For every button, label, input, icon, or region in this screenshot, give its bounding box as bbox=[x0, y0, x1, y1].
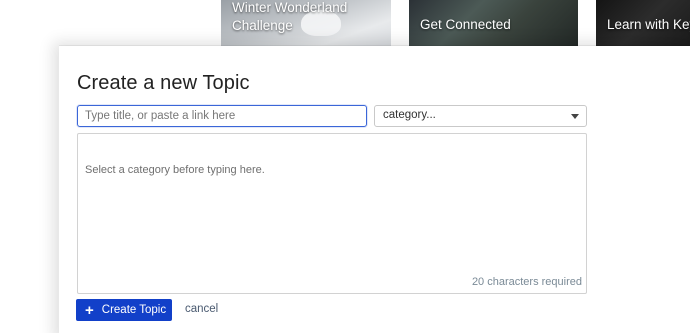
plus-icon: + bbox=[85, 301, 94, 319]
featured-card-title: Winter Wonderland Challenge bbox=[232, 0, 348, 33]
featured-card-learn-with-key[interactable]: Learn with Key bbox=[596, 0, 690, 47]
topic-body-editor[interactable]: Select a category before typing here. 20… bbox=[77, 133, 587, 294]
category-selected-value: category... bbox=[383, 109, 436, 121]
topic-title-input[interactable] bbox=[77, 105, 367, 127]
create-topic-label: Create Topic bbox=[101, 304, 167, 316]
caret-down-icon bbox=[571, 114, 579, 119]
featured-card-winter-wonderland[interactable]: Winter Wonderland Challenge bbox=[221, 0, 391, 47]
category-dropdown[interactable]: category... bbox=[374, 105, 587, 127]
featured-card-title: Learn with Key bbox=[607, 17, 690, 32]
create-topic-button[interactable]: + Create Topic bbox=[76, 299, 172, 321]
featured-card-get-connected[interactable]: Get Connected bbox=[409, 0, 578, 47]
cancel-link[interactable]: cancel bbox=[185, 303, 218, 315]
editor-placeholder: Select a category before typing here. bbox=[85, 164, 265, 176]
featured-card-title: Get Connected bbox=[420, 17, 511, 32]
character-requirement: 20 characters required bbox=[471, 276, 582, 288]
composer-title: Create a new Topic bbox=[77, 72, 250, 94]
topic-composer: Create a new Topic category... Select a … bbox=[59, 46, 690, 333]
